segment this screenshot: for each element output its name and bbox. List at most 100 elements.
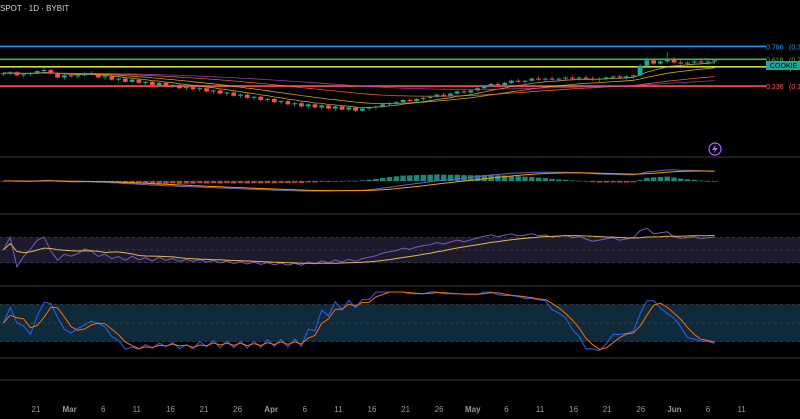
macd-histogram-bar — [623, 181, 630, 183]
macd-histogram-bar — [711, 181, 718, 182]
fib-label-0.786: 0.786 — [766, 44, 784, 51]
lightning-icon[interactable] — [708, 142, 722, 156]
candle-body — [664, 59, 670, 62]
macd-histogram-bar — [454, 174, 460, 181]
candle-body — [630, 75, 636, 77]
candle-body — [610, 76, 616, 78]
macd-histogram-bar — [217, 181, 223, 184]
candle-body — [204, 88, 209, 92]
candle-body — [360, 108, 365, 111]
candle-body — [583, 77, 589, 79]
candle-body — [28, 73, 33, 75]
candle-body — [95, 74, 101, 78]
macd-histogram-bar — [556, 179, 562, 181]
candle-body — [177, 85, 182, 89]
x-tick-label: 11 — [737, 405, 746, 414]
macd-histogram-bar — [393, 176, 399, 181]
candle-body — [366, 107, 372, 109]
candle-body — [617, 76, 623, 78]
macd-histogram-bar — [691, 179, 698, 181]
x-tick-label: 26 — [636, 405, 645, 414]
macd-histogram-bar — [644, 177, 650, 181]
macd-histogram-bar — [346, 180, 352, 182]
x-tick-label: Jun — [667, 405, 681, 414]
candle-body — [7, 72, 13, 74]
candle-body — [82, 73, 88, 76]
macd-histogram-bar — [298, 181, 305, 183]
x-tick-label: 6 — [504, 405, 509, 414]
macd-histogram-bar — [637, 180, 643, 181]
x-tick-label: Mar — [62, 405, 76, 414]
macd-histogram-bar — [495, 175, 501, 181]
x-tick-label: 6 — [706, 405, 711, 414]
macd-histogram-bar — [657, 176, 664, 181]
candle-body — [116, 78, 121, 80]
macd-histogram-bar — [698, 180, 704, 182]
macd-histogram-bar — [664, 176, 670, 181]
macd-histogram-bar — [291, 181, 298, 183]
chart-canvas[interactable]: SPOT · 1D · BYBIT 0.786(0.30.618(0.20.38… — [0, 0, 800, 419]
x-axis: 21 Mar 6 11 16 21 26 Apr 6 11 16 21 26 May 6 11 16 21 26 Ju… — [0, 156, 800, 414]
candle-body — [156, 82, 162, 85]
candle-body — [691, 61, 697, 63]
x-tick-label: 26 — [435, 405, 444, 414]
moving-averages — [3, 62, 715, 108]
candle-body — [522, 80, 528, 82]
candle-body — [224, 92, 230, 94]
macd-histogram-bar — [264, 181, 271, 184]
x-tick-label: 6 — [303, 405, 308, 414]
candle-body — [109, 76, 115, 80]
candle-body — [549, 78, 555, 80]
candle-body — [299, 103, 304, 107]
candle-body — [637, 65, 643, 76]
candle-body — [414, 98, 419, 102]
macd-histogram-bar — [163, 181, 169, 184]
macd-histogram-bar — [562, 179, 569, 181]
stoch-rsi-pane — [0, 291, 800, 352]
macd-histogram-bar — [603, 181, 609, 183]
candle-body — [238, 94, 243, 96]
x-tick-label: 6 — [101, 405, 106, 414]
candle-body — [590, 78, 596, 80]
candle-body — [136, 79, 142, 83]
macd-histogram-bar — [610, 181, 616, 183]
macd-histogram-bar — [183, 181, 189, 184]
candle-body — [278, 101, 284, 103]
candle-body — [671, 59, 677, 63]
macd-histogram-bar — [373, 178, 379, 181]
candle-body — [705, 61, 711, 63]
candle-body — [488, 83, 494, 87]
candle-body — [441, 94, 447, 96]
macd-histogram-bar — [352, 180, 359, 182]
macd-histogram-bar — [339, 181, 345, 182]
candle-body — [305, 104, 311, 107]
candle-body — [14, 72, 20, 76]
candle-body — [55, 73, 60, 78]
rsi-pane — [0, 227, 800, 269]
candle-body — [563, 77, 568, 79]
x-tick-label: 21 — [200, 405, 209, 414]
candle-body — [102, 76, 108, 78]
candle-body — [48, 70, 54, 74]
candle-body — [251, 96, 257, 98]
candle-body — [292, 103, 298, 105]
macd-histogram-bar — [671, 177, 677, 181]
candle-body — [461, 91, 467, 93]
x-tick-label: 11 — [536, 405, 545, 414]
macd-histogram-bar — [366, 179, 372, 181]
candle-body — [434, 94, 440, 97]
candle-body — [624, 76, 629, 78]
macd-histogram-bar — [522, 176, 528, 181]
ticker-badge-group: COOKIE — [766, 61, 800, 70]
candle-body — [34, 71, 40, 74]
candle-body — [326, 105, 331, 109]
candle-body — [190, 87, 196, 90]
macd-histogram-bar — [413, 175, 420, 181]
macd-histogram-bar — [156, 181, 162, 184]
fib-value-0.236: (0.1 — [789, 84, 800, 91]
x-tick-label: 16 — [368, 405, 377, 414]
macd-histogram-bar — [278, 181, 284, 183]
fib-levels: 0.786(0.30.618(0.20.382(0.10.236(0.1 — [0, 44, 800, 91]
macd-histogram-bar — [407, 175, 413, 181]
candle-body — [373, 106, 379, 108]
